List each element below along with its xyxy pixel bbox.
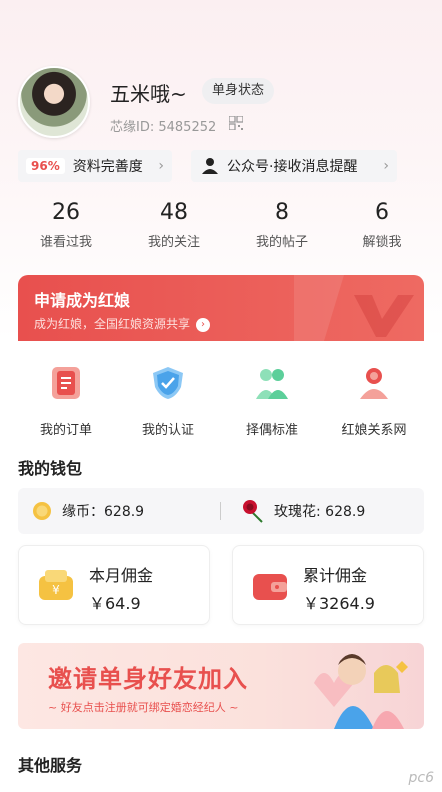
- apply-matchmaker-banner[interactable]: 申请成为红娘 成为红娘，全国红娘资源共享 ›: [18, 275, 424, 341]
- stat-value: 6: [375, 200, 389, 225]
- stat-value: 8: [275, 200, 289, 225]
- chevron-right-icon: ›: [383, 158, 389, 174]
- nickname: 五米哦~: [110, 82, 187, 106]
- stat-value: 48: [160, 200, 188, 225]
- banner-decoration: [294, 275, 414, 341]
- banner-subtitle-text: 成为红娘，全国红娘资源共享: [34, 317, 191, 331]
- coin-icon: [33, 502, 51, 520]
- svg-text:¥: ¥: [52, 583, 60, 597]
- invite-subtitle: ~ 好友点击注册就可绑定婚恋经纪人 ~: [48, 701, 239, 714]
- person-icon: [202, 158, 218, 174]
- couple-icon: [256, 369, 288, 399]
- couple-illustration: [314, 654, 408, 729]
- stat-posts[interactable]: 8 我的帖子: [232, 200, 332, 250]
- watermark-logo: pc6: [408, 770, 435, 786]
- rose-balance[interactable]: 玫瑰花: 628.9: [240, 488, 365, 534]
- stat-label: 解锁我: [362, 235, 402, 250]
- wallet-icon: [253, 574, 287, 600]
- stat-value: 26: [52, 200, 80, 225]
- user-id: 芯缘ID: 5485252: [110, 120, 217, 135]
- order-icon: [52, 367, 80, 399]
- monthly-commission-amount: ￥64.9: [89, 594, 141, 613]
- total-commission-title: 累计佣金: [303, 566, 368, 585]
- quick-label: 我的认证: [141, 423, 194, 438]
- quick-actions: 我的订单 我的认证 择偶标准 红娘关系网: [0, 365, 442, 438]
- stat-unlocked[interactable]: 6 解锁我: [332, 200, 432, 250]
- qr-code-icon[interactable]: [229, 116, 243, 130]
- matchmaker-icon: [360, 368, 388, 399]
- chevron-right-icon: ›: [158, 158, 164, 174]
- wechat-notify-chip[interactable]: 公众号·接收消息提醒 ›: [191, 150, 397, 182]
- banner-subtitle: 成为红娘，全国红娘资源共享 ›: [34, 315, 211, 332]
- coin-balance[interactable]: 缘币：628.9: [32, 488, 144, 534]
- relationship-status-badge[interactable]: 单身状态: [202, 78, 275, 104]
- banner-title: 申请成为红娘: [34, 291, 131, 310]
- arrow-right-icon: ›: [196, 317, 211, 332]
- wallet-balance-row: 缘币：628.9 玫瑰花: 628.9: [18, 488, 424, 534]
- completeness-percent: 96%: [26, 158, 65, 174]
- total-commission-amount: ￥3264.9: [303, 594, 375, 613]
- yuan-wallet-icon: ¥: [39, 570, 73, 600]
- monthly-commission-card[interactable]: ¥ 本月佣金 ￥64.9: [18, 545, 210, 625]
- quick-label: 择偶标准: [245, 423, 298, 438]
- completeness-label: 资料完善度: [72, 159, 143, 175]
- rose-icon: [243, 500, 263, 523]
- quick-my-verification[interactable]: 我的认证: [118, 365, 218, 438]
- divider: [220, 502, 221, 520]
- quick-partner-criteria[interactable]: 择偶标准: [222, 365, 322, 438]
- profile-completeness-chip[interactable]: 96% 资料完善度 ›: [18, 150, 172, 182]
- wechat-notify-label: 公众号·接收消息提醒: [227, 159, 358, 175]
- quick-my-orders[interactable]: 我的订单: [16, 365, 116, 438]
- invite-title: 邀请单身好友加入: [48, 665, 248, 693]
- invite-friends-banner[interactable]: 邀请单身好友加入 ~ 好友点击注册就可绑定婚恋经纪人 ~: [18, 643, 424, 729]
- coin-balance-label: 缘币：628.9: [62, 504, 145, 520]
- stat-label: 我的帖子: [255, 235, 308, 250]
- profile-header: 五米哦~ 单身状态 芯缘ID: 5485252: [18, 66, 424, 140]
- monthly-commission-title: 本月佣金: [89, 566, 154, 585]
- quick-label: 红娘关系网: [341, 423, 407, 438]
- verify-shield-icon: [153, 367, 183, 399]
- stats-row: 26 谁看过我 48 我的关注 8 我的帖子 6 解锁我: [0, 200, 442, 260]
- other-services-title: 其他服务: [18, 756, 83, 775]
- avatar[interactable]: [18, 66, 90, 138]
- stat-viewed-me[interactable]: 26 谁看过我: [16, 200, 116, 250]
- rose-balance-label: 玫瑰花: 628.9: [274, 504, 366, 520]
- quick-matchmaker-network[interactable]: 红娘关系网: [324, 365, 424, 438]
- stat-label: 我的关注: [147, 235, 200, 250]
- stat-following[interactable]: 48 我的关注: [124, 200, 224, 250]
- total-commission-card[interactable]: 累计佣金 ￥3264.9: [232, 545, 424, 625]
- quick-label: 我的订单: [39, 423, 92, 438]
- wallet-section-title: 我的钱包: [18, 459, 83, 478]
- stat-label: 谁看过我: [39, 235, 92, 250]
